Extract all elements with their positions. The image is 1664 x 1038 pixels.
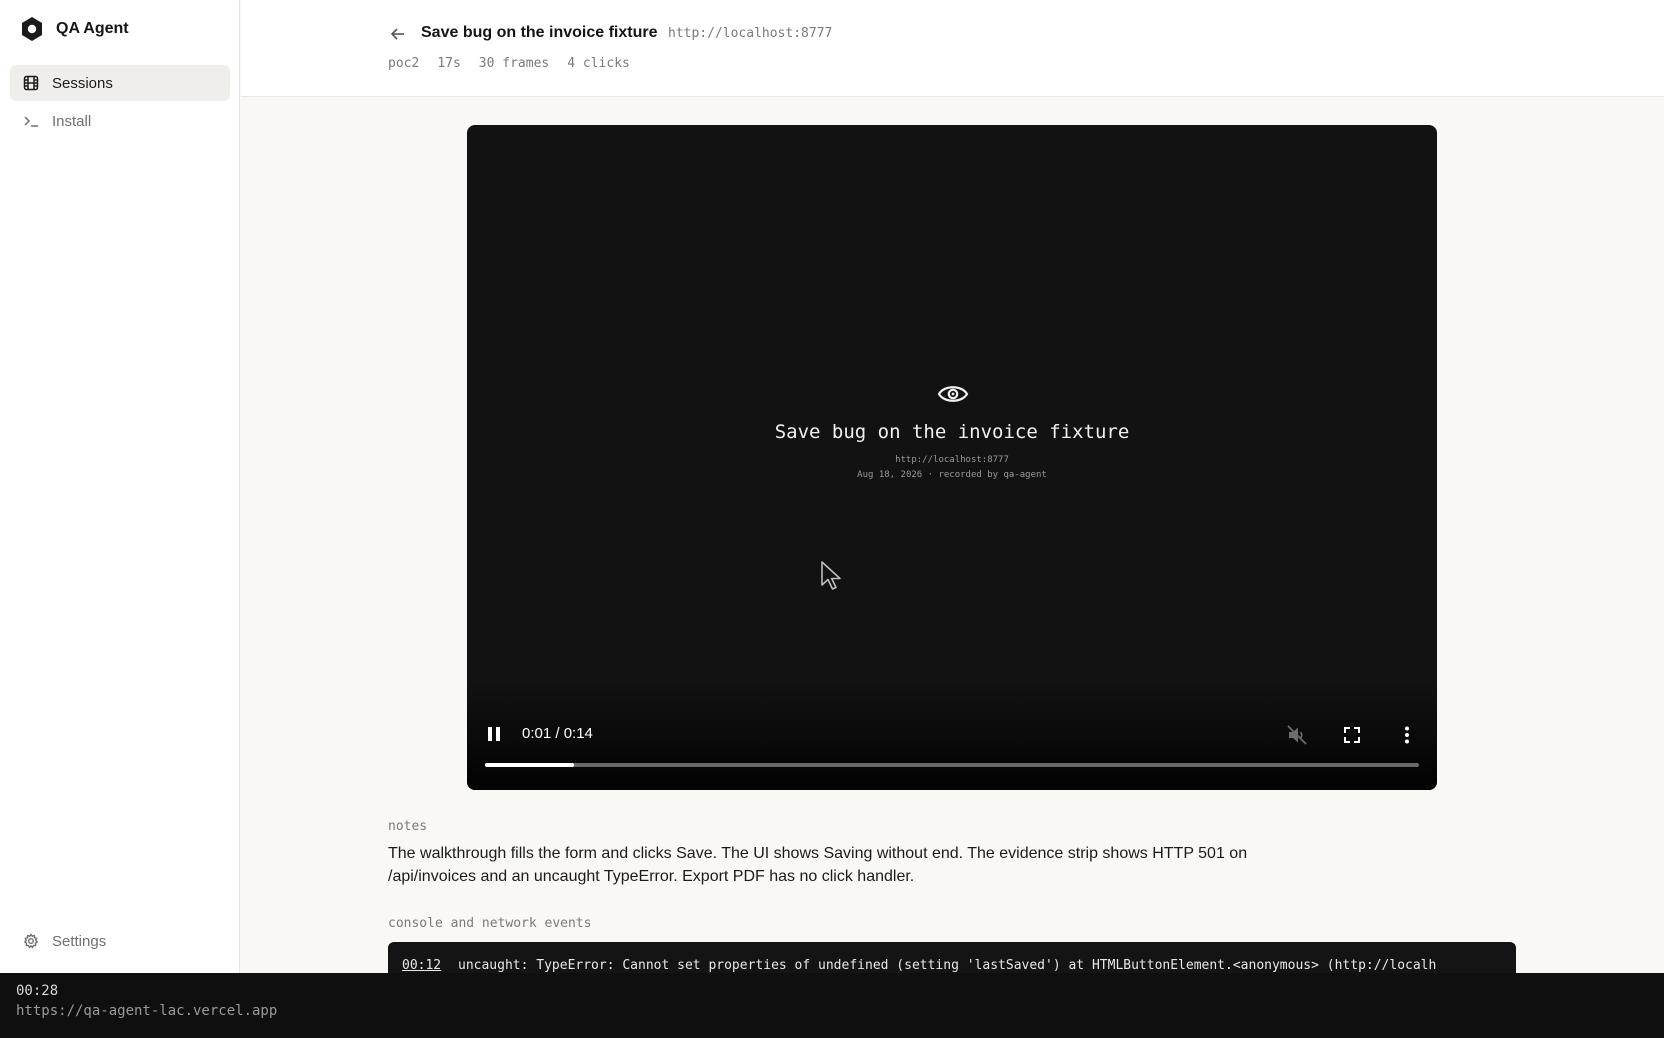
event-timestamp-link[interactable]: 00:12 (402, 958, 441, 973)
app-name: QA Agent (56, 20, 129, 37)
video-progress-fill (485, 763, 574, 767)
video-progress-bar[interactable] (485, 763, 1419, 767)
sidebar-item-label: Settings (52, 932, 107, 950)
sidebar: QA Agent Sessions Install Settings (0, 0, 240, 973)
volume-muted-icon (1287, 725, 1307, 745)
meta-clicks: 4 clicks (567, 56, 630, 71)
sidebar-item-label: Sessions (52, 74, 113, 92)
back-button[interactable] (388, 24, 408, 44)
arrow-left-icon (390, 28, 404, 40)
notes-text: The walkthrough fills the form and click… (388, 845, 1248, 885)
fullscreen-icon (1344, 727, 1360, 743)
video-overlay-title: Save bug on the invoice fixture (774, 421, 1130, 443)
brand[interactable]: QA Agent (20, 16, 129, 42)
video-overlay-subtitle: Aug 18, 2026 · recorded by qa-agent (857, 470, 1047, 480)
page-title: Save bug on the invoice fixture (421, 24, 658, 41)
pause-icon (488, 727, 500, 741)
meta-project: poc2 (388, 56, 420, 71)
more-options-button[interactable] (1395, 723, 1419, 747)
aperture-logo-icon (22, 17, 42, 41)
session-meta: poc2 17s 30 frames 4 clicks (388, 56, 630, 71)
video-player[interactable]: Save bug on the invoice fixture http://l… (467, 125, 1437, 790)
status-url: https://qa-agent-lac.vercel.app (16, 1003, 278, 1019)
gear-icon (22, 932, 40, 950)
notes-label: notes (388, 819, 428, 834)
sidebar-item-install[interactable]: Install (10, 103, 230, 139)
pause-button[interactable] (483, 723, 505, 745)
status-time: 00:28 (16, 983, 59, 999)
sidebar-item-sessions[interactable]: Sessions (10, 65, 230, 101)
fullscreen-button[interactable] (1340, 723, 1364, 747)
terminal-icon (22, 112, 40, 130)
event-message: uncaught: TypeError: Cannot set properti… (458, 958, 1437, 973)
sidebar-item-label: Install (52, 112, 92, 130)
video-time: 0:01 / 0:14 (522, 725, 593, 742)
sidebar-item-settings[interactable]: Settings (10, 923, 230, 959)
session-url: http://localhost:8777 (668, 26, 833, 41)
mute-button[interactable] (1285, 723, 1309, 747)
video-overlay-url: http://localhost:8777 (895, 455, 1009, 465)
meta-duration: 17s (437, 56, 461, 71)
mouse-pointer-icon (821, 561, 841, 590)
film-icon (22, 74, 40, 92)
events-label: console and network events (388, 916, 592, 931)
status-bar: 00:28 https://qa-agent-lac.vercel.app (0, 973, 1664, 1038)
more-vertical-icon (1405, 726, 1409, 744)
eye-icon (937, 386, 969, 402)
session-header: Save bug on the invoice fixture http://l… (241, 0, 1664, 97)
meta-frames: 30 frames (478, 56, 550, 71)
